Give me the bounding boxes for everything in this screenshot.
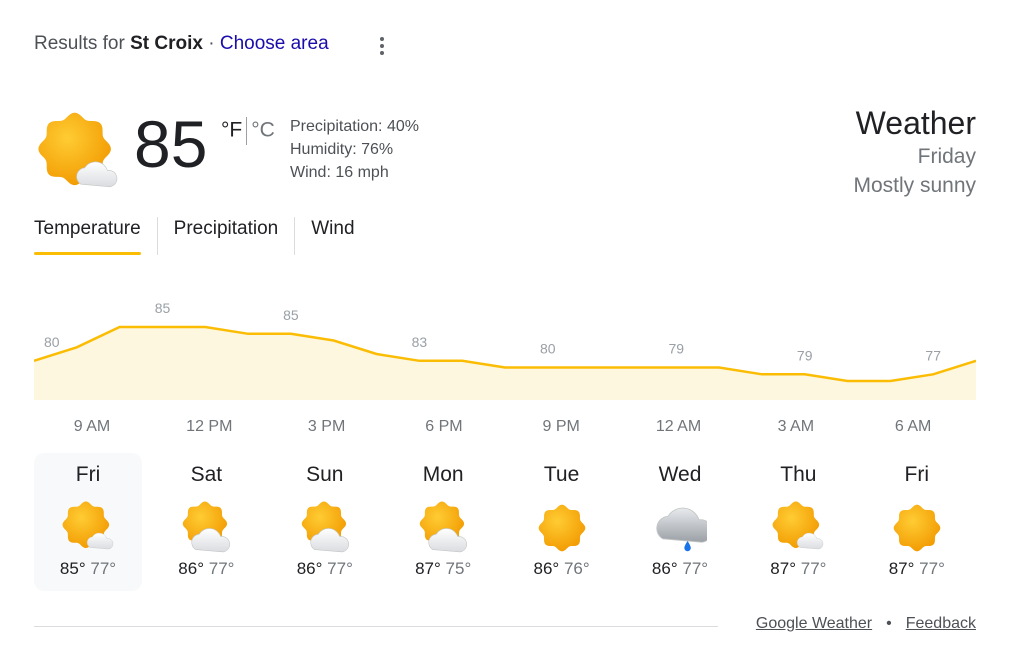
- hour-tick-label: 9 AM: [73, 418, 111, 435]
- location-name: St Croix: [130, 33, 203, 54]
- day-high-temp: 86°: [178, 559, 205, 578]
- day-temps: 86° 77°: [152, 559, 260, 579]
- day-low-temp: 77°: [327, 559, 353, 578]
- temperature-point-label: 83: [412, 334, 428, 350]
- day-name: Tue: [543, 463, 580, 486]
- day-card-thu[interactable]: Thu 87° 77°: [744, 453, 852, 591]
- weather-details: Precipitation: 40% Humidity: 76% Wind: 1…: [290, 115, 419, 184]
- hour-tick-label: 6 AM: [894, 418, 932, 435]
- day-high-temp: 86°: [651, 559, 678, 578]
- wind-text: Wind: 16 mph: [290, 164, 389, 181]
- day-card-mon[interactable]: Mon 87° 75°: [389, 453, 497, 591]
- day-high-temp: 86°: [296, 559, 323, 578]
- tab-temperature[interactable]: Temperature: [34, 217, 157, 255]
- precipitation-text: Precipitation: 40%: [290, 118, 419, 135]
- day-card-wed[interactable]: Wed 86° 77°: [626, 453, 734, 591]
- day-high-temp: 86°: [533, 559, 560, 578]
- partly-cloudy-icon: [298, 501, 352, 555]
- day-temps: 86° 77°: [271, 559, 379, 579]
- results-prefix: Results for: [34, 33, 125, 54]
- day-low-temp: 76°: [563, 559, 590, 578]
- separator: ·: [208, 33, 215, 54]
- current-temperature: 85: [134, 107, 208, 181]
- day-card-sun[interactable]: Sun 86° 77°: [271, 453, 379, 591]
- temperature-point-label: 85: [155, 300, 171, 316]
- temperature-point-label: 79: [797, 347, 813, 363]
- temperature-point-label: 80: [540, 341, 556, 357]
- hour-tick-label: 9 PM: [542, 418, 580, 435]
- day-low-temp: 77°: [208, 559, 235, 578]
- day-temps: 87° 75°: [389, 559, 497, 579]
- hour-tick-label: 3 AM: [777, 418, 815, 435]
- day-high-temp: 87°: [770, 559, 797, 578]
- fahrenheit-toggle[interactable]: °F: [221, 119, 242, 142]
- hour-tick-label: 12 PM: [186, 418, 233, 435]
- day-name: Sun: [306, 463, 344, 486]
- hour-tick-label: 3 PM: [307, 418, 346, 435]
- day-high-temp: 87°: [415, 559, 441, 578]
- day-name: Mon: [422, 463, 464, 486]
- results-header: Results for St Croix · Choose area: [34, 33, 329, 55]
- google-weather-link[interactable]: Google Weather: [756, 615, 872, 632]
- partly-sunny-icon: [61, 501, 115, 555]
- footer-dot: •: [886, 615, 892, 632]
- day-temps: 86° 76°: [508, 559, 616, 579]
- weather-summary: Weather Friday Mostly sunny: [853, 104, 976, 200]
- temperature-point-label: 80: [44, 334, 60, 350]
- choose-area-link[interactable]: Choose area: [220, 33, 329, 54]
- humidity-text: Humidity: 76%: [290, 141, 394, 158]
- day-temps: 85° 77°: [34, 559, 142, 579]
- weather-condition: Mostly sunny: [853, 174, 976, 197]
- sunny-icon: [535, 501, 589, 555]
- day-card-fri[interactable]: Fri 87° 77°: [863, 453, 971, 591]
- day-temps: 87° 77°: [863, 559, 971, 579]
- day-name: Wed: [658, 463, 702, 486]
- temperature-chart: 80 85 85 83 80 79 79 77: [34, 300, 976, 400]
- partly-sunny-icon: [36, 112, 120, 192]
- more-options-icon[interactable]: [372, 34, 392, 58]
- footer: Google Weather • Feedback: [756, 615, 976, 633]
- day-card-tue[interactable]: Tue 86° 76°: [508, 453, 616, 591]
- feedback-link[interactable]: Feedback: [906, 615, 976, 632]
- day-name: Fri: [75, 463, 101, 486]
- tab-precipitation[interactable]: Precipitation: [156, 217, 295, 255]
- temperature-area: [34, 327, 976, 400]
- day-high-temp: 85°: [59, 559, 86, 578]
- partly-sunny-icon: [771, 501, 825, 555]
- unit-switcher: °F °C: [221, 117, 275, 145]
- rain-cloud-icon: [653, 501, 713, 555]
- day-card-fri[interactable]: Fri 85° 77°: [34, 453, 142, 591]
- day-name: Sat: [190, 463, 223, 486]
- sunny-icon: [890, 501, 944, 555]
- chart-tabs: Temperature Precipitation Wind: [34, 217, 371, 257]
- weather-day: Friday: [917, 145, 976, 168]
- day-high-temp: 87°: [888, 559, 915, 578]
- day-card-sat[interactable]: Sat 86° 77°: [152, 453, 260, 591]
- tab-wind[interactable]: Wind: [294, 217, 370, 255]
- partly-cloudy-icon: [416, 501, 470, 555]
- hour-tick-label: 12 AM: [655, 418, 702, 435]
- day-temps: 86° 77°: [626, 559, 734, 579]
- day-low-temp: 77°: [90, 559, 117, 578]
- weather-title: Weather: [855, 105, 976, 141]
- day-temps: 87° 77°: [744, 559, 852, 579]
- partly-cloudy-icon: [179, 501, 233, 555]
- day-low-temp: 77°: [682, 559, 709, 578]
- hour-tick-label: 6 PM: [425, 418, 463, 435]
- temperature-point-label: 85: [283, 307, 299, 323]
- celsius-toggle[interactable]: °C: [251, 119, 275, 142]
- day-low-temp: 75°: [445, 559, 472, 578]
- day-low-temp: 77°: [800, 559, 827, 578]
- temperature-point-label: 79: [669, 341, 685, 357]
- day-name: Fri: [904, 463, 930, 486]
- footer-divider: [34, 626, 718, 627]
- temperature-point-label: 77: [925, 347, 941, 363]
- day-low-temp: 77°: [919, 559, 945, 578]
- day-name: Thu: [780, 463, 817, 486]
